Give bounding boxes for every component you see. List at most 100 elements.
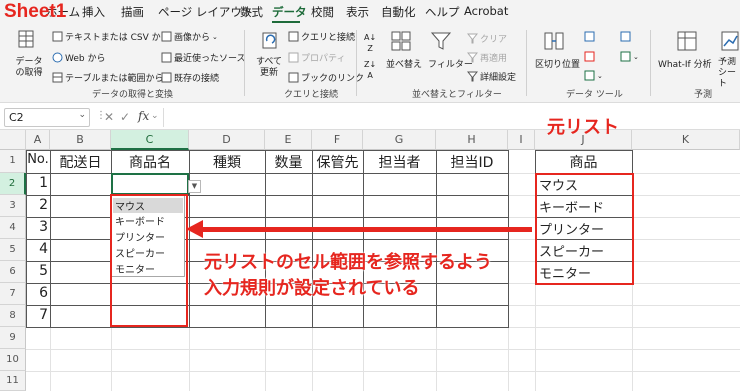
header-cell-storage[interactable]: 保管先: [312, 152, 363, 172]
filter-icon: [430, 32, 452, 50]
number-cell[interactable]: 5: [26, 263, 48, 279]
data-model-icon[interactable]: ⌄: [620, 51, 639, 62]
source-list-annotation: 元リスト: [547, 117, 619, 138]
header-cell-type[interactable]: 種類: [189, 152, 265, 172]
row-header[interactable]: 3: [0, 195, 26, 217]
column-header[interactable]: I: [508, 130, 535, 150]
chevron-down-icon[interactable]: ⌄: [151, 111, 159, 121]
formula-input[interactable]: [163, 108, 740, 127]
group-label-queries: クエリと接続: [284, 90, 339, 100]
tab-acrobat[interactable]: Acrobat: [464, 4, 508, 18]
column-header[interactable]: C: [111, 130, 189, 150]
ribbon: データの取得 テキストまたは CSV から Web から テーブルまたは範囲から…: [0, 24, 740, 103]
refresh-all-button[interactable]: すべて更新: [254, 57, 284, 79]
column-header[interactable]: B: [50, 130, 111, 150]
tab-help[interactable]: ヘルプ: [425, 4, 460, 20]
column-header[interactable]: A: [26, 130, 50, 150]
flash-fill-icon[interactable]: [584, 31, 595, 42]
edit-links-button[interactable]: ブックのリンク: [288, 71, 364, 84]
text-csv-button[interactable]: テキストまたは CSV から: [52, 30, 170, 43]
group-label-sort-filter: 並べ替えとフィルター: [412, 90, 502, 100]
row-header[interactable]: 2: [0, 173, 26, 195]
dropdown-highlight-box: [110, 194, 188, 327]
reapply-button[interactable]: 再適用: [466, 51, 507, 64]
column-header[interactable]: G: [363, 130, 436, 150]
insert-function-icon[interactable]: fx: [138, 109, 149, 123]
column-header[interactable]: F: [312, 130, 363, 150]
selected-cell[interactable]: [111, 173, 189, 195]
column-header[interactable]: H: [436, 130, 508, 150]
select-all-corner[interactable]: [0, 130, 26, 150]
callout-text: 入力規則が設定されている: [204, 278, 420, 299]
row-header[interactable]: 8: [0, 305, 26, 327]
database-icon: [18, 30, 34, 48]
tab-insert[interactable]: 挿入: [82, 4, 105, 20]
column-header[interactable]: K: [632, 130, 740, 150]
what-if-button[interactable]: What-If 分析: [658, 57, 712, 70]
table-border-line: [26, 305, 509, 306]
chevron-down-icon[interactable]: ⌄: [78, 110, 86, 120]
number-cell[interactable]: 6: [26, 285, 48, 301]
formula-bar: C2 ⌄ ⋮ ✕ ✓ fx ⌄: [0, 103, 740, 130]
dropdown-arrow-button[interactable]: ▼: [188, 180, 201, 193]
text-to-columns-icon: [544, 32, 564, 50]
advanced-filter-button[interactable]: 詳細設定: [466, 70, 516, 83]
get-data-button[interactable]: データの取得: [14, 57, 44, 79]
group-label-get-data: データの取得と変換: [92, 90, 174, 100]
queries-connections-button[interactable]: クエリと接続: [288, 30, 355, 43]
row-header[interactable]: 10: [0, 349, 26, 371]
source-list-header[interactable]: 商品: [535, 152, 632, 172]
row-header[interactable]: 11: [0, 371, 26, 391]
sort-button[interactable]: 並べ替え: [386, 57, 422, 70]
tab-review[interactable]: 校閲: [311, 4, 334, 20]
table-border-line: [26, 195, 509, 196]
column-header[interactable]: E: [265, 130, 312, 150]
header-cell-quantity[interactable]: 数量: [265, 152, 312, 172]
remove-duplicates-icon[interactable]: [584, 51, 595, 62]
table-border-line: [26, 217, 509, 218]
enter-icon[interactable]: ✓: [120, 110, 130, 124]
tab-data[interactable]: データ: [272, 4, 307, 20]
tab-draw[interactable]: 描画: [121, 4, 144, 20]
queries-icon: [288, 31, 299, 42]
row-header[interactable]: 7: [0, 283, 26, 305]
consolidate-icon[interactable]: [620, 31, 631, 42]
text-to-columns-button[interactable]: 区切り位置: [535, 57, 580, 70]
sort-az-icon[interactable]: A↓ Z: [364, 33, 376, 53]
web-button[interactable]: Web から: [52, 51, 105, 64]
number-cell[interactable]: 7: [26, 307, 48, 323]
existing-connections-button[interactable]: 既存の接続: [161, 71, 219, 84]
text-file-icon: [52, 31, 63, 42]
number-cell[interactable]: 4: [26, 241, 48, 257]
cancel-icon[interactable]: ✕: [104, 110, 114, 124]
forecast-sheet-button[interactable]: 予測シート: [718, 57, 740, 90]
connection-icon: [161, 72, 172, 83]
table-border-line: [26, 239, 509, 240]
properties-button[interactable]: プロパティ: [288, 51, 345, 64]
header-cell-no[interactable]: No.: [26, 152, 50, 167]
row-header[interactable]: 5: [0, 239, 26, 261]
sort-za-icon[interactable]: Z↓ A: [364, 60, 376, 80]
number-cell[interactable]: 2: [26, 197, 48, 213]
header-cell-delivery-date[interactable]: 配送日: [50, 152, 111, 172]
clear-button[interactable]: クリア: [466, 32, 507, 45]
from-image-button[interactable]: 画像から ⌄: [161, 30, 218, 43]
number-cell[interactable]: 3: [26, 219, 48, 235]
tab-view[interactable]: 表示: [346, 4, 369, 20]
active-tab-indicator: [272, 21, 300, 23]
header-cell-product-name[interactable]: 商品名: [111, 152, 189, 172]
table-range-button[interactable]: テーブルまたは範囲から: [52, 71, 163, 84]
name-box[interactable]: C2 ⌄: [4, 108, 90, 127]
recent-sources-button[interactable]: 最近使ったソース: [161, 51, 246, 64]
data-validation-icon[interactable]: ⌄: [584, 70, 603, 81]
header-cell-person[interactable]: 担当者: [363, 152, 436, 172]
number-cell[interactable]: 1: [26, 175, 48, 191]
row-header[interactable]: 1: [0, 150, 26, 173]
row-header[interactable]: 9: [0, 327, 26, 349]
tab-automate[interactable]: 自動化: [381, 4, 416, 20]
column-header[interactable]: D: [189, 130, 265, 150]
tab-formulas[interactable]: 数式: [240, 4, 263, 20]
header-cell-person-id[interactable]: 担当ID: [436, 152, 508, 172]
row-header[interactable]: 6: [0, 261, 26, 283]
row-header[interactable]: 4: [0, 217, 26, 239]
